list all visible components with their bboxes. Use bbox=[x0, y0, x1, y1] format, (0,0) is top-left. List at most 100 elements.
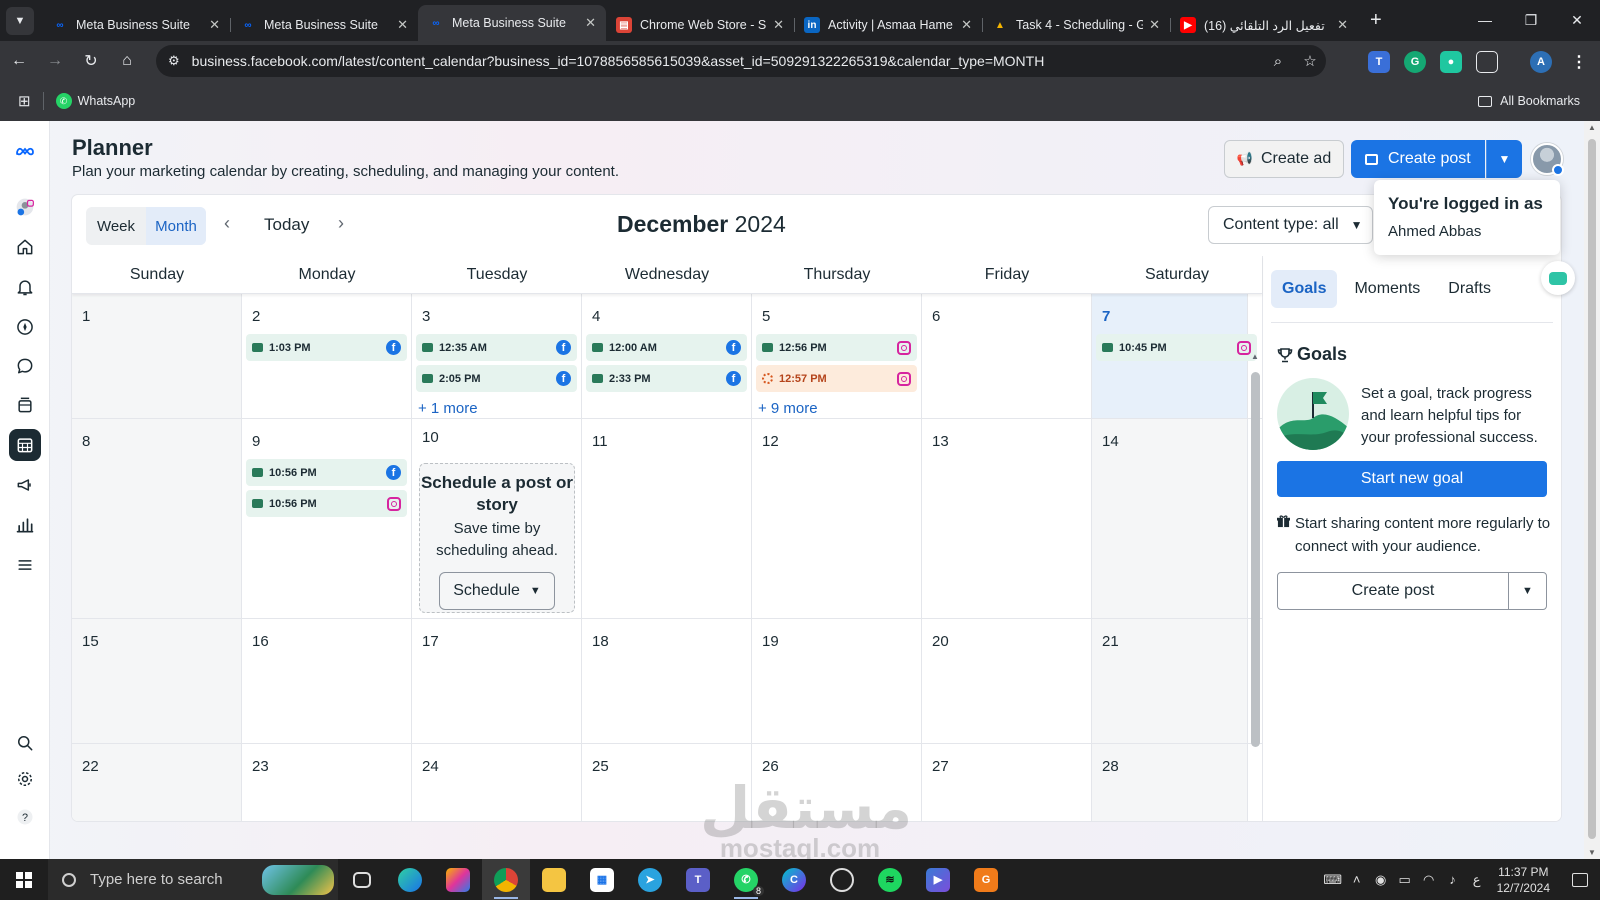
calendar-day-today[interactable]: 7 10:45 PM bbox=[1092, 294, 1257, 418]
page-scroll-up-icon[interactable]: ▲ bbox=[1584, 123, 1600, 132]
calendar-day[interactable]: 2 1:03 PM f bbox=[242, 294, 412, 418]
tab-moments[interactable]: Moments bbox=[1343, 270, 1431, 308]
calendar-day[interactable]: 8 bbox=[72, 419, 242, 618]
create-post-dropdown-button[interactable]: ▼ bbox=[1486, 140, 1522, 178]
taskbar-teams[interactable]: T bbox=[674, 859, 722, 900]
profile-avatar-icon[interactable]: A bbox=[1530, 51, 1552, 73]
tab-drafts[interactable]: Drafts bbox=[1437, 270, 1502, 308]
input-language[interactable]: ع bbox=[1465, 872, 1489, 888]
notifications-bell-icon[interactable] bbox=[9, 271, 41, 303]
browser-tab[interactable]: ∞ Meta Business Suite ✕ bbox=[42, 9, 230, 41]
create-ad-button[interactable]: 📢 Create ad bbox=[1224, 140, 1344, 178]
content-stack-icon[interactable] bbox=[9, 389, 41, 421]
browser-menu-icon[interactable]: ⋮ bbox=[1568, 51, 1590, 73]
calendar-day[interactable]: 3 12:35 AM f 2:05 PM f + 1 more bbox=[412, 294, 582, 418]
scheduled-post-chip[interactable]: 1:03 PM f bbox=[246, 334, 407, 361]
browser-tab[interactable]: ▶ (16) تفعيل الرد التلقائي ✕ bbox=[1170, 9, 1358, 41]
forward-icon[interactable]: → bbox=[38, 44, 72, 78]
more-posts-link[interactable]: + 9 more bbox=[758, 400, 818, 417]
taskbar-file-explorer[interactable] bbox=[530, 859, 578, 900]
today-button[interactable]: Today bbox=[264, 215, 309, 235]
content-type-dropdown[interactable]: Content type: all ▼ bbox=[1208, 206, 1373, 244]
side-create-post-dropdown[interactable]: ▼ bbox=[1508, 572, 1547, 610]
calendar-day[interactable]: 15 bbox=[72, 619, 242, 743]
calendar-day[interactable]: 14 bbox=[1092, 419, 1248, 618]
tab-close-icon[interactable]: ✕ bbox=[961, 17, 972, 33]
calendar-day[interactable]: 17 bbox=[412, 619, 582, 743]
search-icon[interactable] bbox=[9, 727, 41, 759]
maximize-icon[interactable]: ❐ bbox=[1508, 0, 1554, 40]
calendar-day[interactable]: 18 bbox=[582, 619, 752, 743]
scheduled-post-chip[interactable]: 2:05 PM f bbox=[416, 365, 577, 392]
side-create-post-button[interactable]: Create post bbox=[1277, 572, 1509, 610]
scheduled-post-chip[interactable]: 10:56 PM bbox=[246, 490, 407, 517]
minimize-icon[interactable]: — bbox=[1462, 0, 1508, 40]
close-window-icon[interactable]: ✕ bbox=[1554, 0, 1600, 40]
prev-month-chevron-icon[interactable]: ‹ bbox=[224, 213, 230, 234]
ads-megaphone-icon[interactable] bbox=[9, 469, 41, 501]
create-post-button[interactable]: Create post bbox=[1351, 140, 1485, 178]
profile-avatar[interactable] bbox=[1531, 143, 1564, 176]
page-scroll-down-icon[interactable]: ▼ bbox=[1584, 848, 1600, 857]
more-posts-link[interactable]: + 1 more bbox=[418, 400, 478, 417]
taskbar-media-player[interactable]: ▶ bbox=[914, 859, 962, 900]
browser-tab[interactable]: ▲ Task 4 - Scheduling - G ✕ bbox=[982, 9, 1170, 41]
calendar-day[interactable]: 24 bbox=[412, 744, 582, 821]
tab-close-icon[interactable]: ✕ bbox=[397, 17, 408, 33]
insights-bar-chart-icon[interactable] bbox=[9, 509, 41, 541]
calendar-scrollbar[interactable]: ▲ ▼ bbox=[1248, 352, 1262, 821]
chat-extension-icon[interactable]: ● bbox=[1440, 51, 1462, 73]
wifi-icon[interactable]: ◠ bbox=[1417, 872, 1441, 888]
taskbar-search-box[interactable]: Type here to search bbox=[48, 859, 338, 900]
zoom-icon[interactable]: ⌕ bbox=[1262, 53, 1294, 70]
all-bookmarks-button[interactable]: All Bookmarks bbox=[1478, 94, 1580, 108]
calendar-day[interactable]: 5 12:56 PM 12:57 PM + 9 more bbox=[752, 294, 922, 418]
taskbar-canva[interactable]: C bbox=[770, 859, 818, 900]
calendar-day[interactable]: 22 bbox=[72, 744, 242, 821]
next-month-chevron-icon[interactable]: › bbox=[338, 213, 344, 234]
calendar-day[interactable]: 10 Schedule a post or story Save time by s… bbox=[412, 419, 582, 618]
scheduled-post-chip[interactable]: 12:56 PM bbox=[756, 334, 917, 361]
calendar-day[interactable]: 4 12:00 AM f 2:33 PM f bbox=[582, 294, 752, 418]
start-button[interactable] bbox=[0, 859, 48, 900]
help-question-icon[interactable]: ? bbox=[9, 801, 41, 833]
view-week-button[interactable]: Week bbox=[86, 207, 146, 245]
grammarly-extension-icon[interactable]: G bbox=[1404, 51, 1426, 73]
calendar-day[interactable]: 1 bbox=[72, 294, 242, 418]
new-tab-button[interactable]: + bbox=[1370, 9, 1382, 32]
calendar-day[interactable]: 28 bbox=[1092, 744, 1248, 821]
tab-close-icon[interactable]: ✕ bbox=[1337, 17, 1348, 33]
settings-gear-icon[interactable] bbox=[9, 763, 41, 795]
schedule-button[interactable]: Schedule ▼ bbox=[439, 572, 555, 610]
meta-logo-icon[interactable] bbox=[9, 135, 41, 167]
translate-extension-icon[interactable]: T bbox=[1368, 51, 1390, 73]
bookmark-whatsapp[interactable]: ✆ WhatsApp bbox=[55, 93, 135, 109]
taskbar-store[interactable]: ▦ bbox=[578, 859, 626, 900]
calendar-day[interactable]: 19 bbox=[752, 619, 922, 743]
browser-tab[interactable]: ∞ Meta Business Suite ✕ bbox=[418, 5, 606, 41]
calendar-day[interactable]: 27 bbox=[922, 744, 1092, 821]
volume-icon[interactable]: ♪ bbox=[1441, 872, 1465, 887]
calendar-scroll-thumb[interactable] bbox=[1251, 372, 1260, 747]
explore-compass-icon[interactable] bbox=[9, 311, 41, 343]
scroll-up-icon[interactable]: ▲ bbox=[1248, 352, 1262, 361]
taskbar-spotify[interactable]: ≋ bbox=[866, 859, 914, 900]
taskbar-telegram[interactable]: ➤ bbox=[626, 859, 674, 900]
all-tools-menu-icon[interactable] bbox=[9, 549, 41, 581]
page-scrollbar[interactable]: ▲ ▼ bbox=[1584, 121, 1600, 859]
extensions-puzzle-icon[interactable] bbox=[1476, 51, 1498, 73]
taskbar-copilot[interactable] bbox=[434, 859, 482, 900]
show-hidden-icons-chevron[interactable]: ˄ bbox=[1345, 872, 1369, 887]
reload-icon[interactable]: ↻ bbox=[74, 44, 108, 78]
browser-tab[interactable]: ▤ Chrome Web Store - S ✕ bbox=[606, 9, 794, 41]
taskbar-whatsapp[interactable]: ✆ 8 bbox=[722, 859, 770, 900]
scheduled-post-chip[interactable]: 10:56 PM f bbox=[246, 459, 407, 486]
tab-goals[interactable]: Goals bbox=[1271, 270, 1338, 308]
scheduled-post-chip[interactable]: 10:45 PM bbox=[1096, 334, 1257, 361]
keyboard-icon[interactable]: ⌨ bbox=[1321, 872, 1345, 888]
meet-now-icon[interactable]: ◉ bbox=[1369, 872, 1393, 888]
browser-tab[interactable]: ∞ Meta Business Suite ✕ bbox=[230, 9, 418, 41]
address-bar[interactable]: ⚙ business.facebook.com/latest/content_c… bbox=[156, 45, 1326, 77]
bookmark-star-icon[interactable]: ☆ bbox=[1294, 52, 1326, 70]
browser-tab[interactable]: in Activity | Asmaa Hame ✕ bbox=[794, 9, 982, 41]
